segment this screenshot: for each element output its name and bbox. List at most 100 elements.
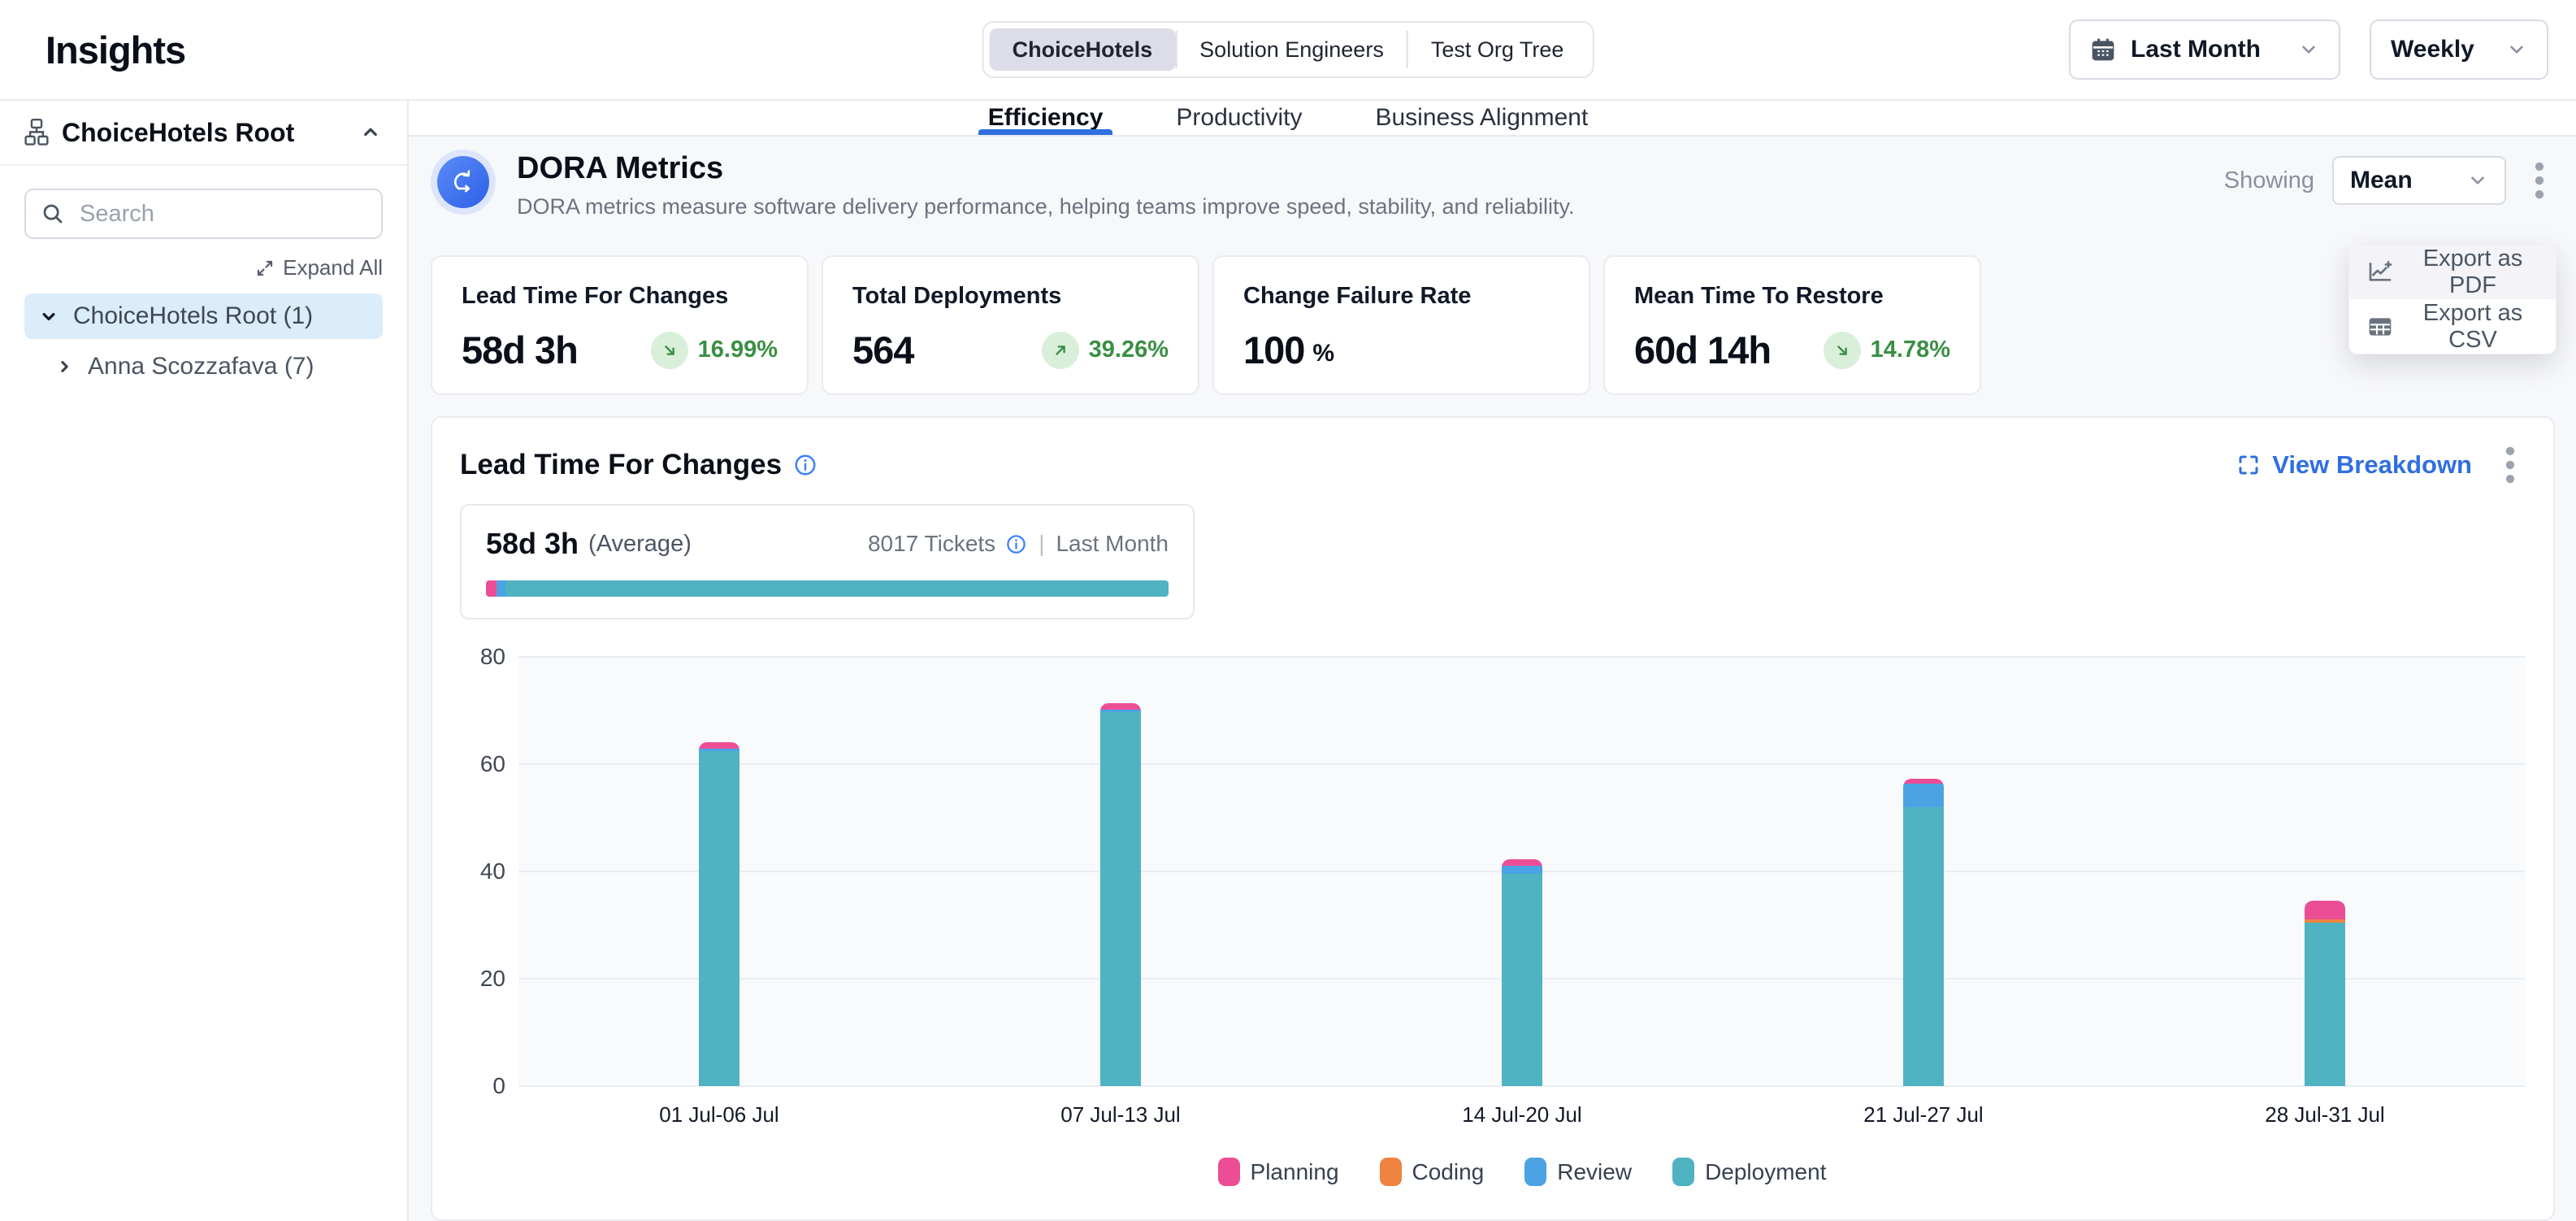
phase-segment-planning [486,580,497,597]
metric-value: 58d 3h [462,328,578,372]
expand-all-button[interactable]: Expand All [255,255,383,280]
legend-swatch [1380,1158,1402,1186]
menu-item-label: Export as CSV [2408,300,2538,354]
metric-title: Lead Time For Changes [462,283,778,310]
trend-down-icon [1824,332,1861,369]
sidebar-header: ChoiceHotels Root [0,101,407,166]
content-area: DORA Metrics DORA metrics measure softwa… [409,137,2576,1221]
granularity-value: Weekly [2391,36,2474,63]
trend-delta: 14.78% [1871,337,1950,363]
bar-segment-planning [1100,703,1141,710]
x-tick-label: 28 Jul-31 Jul [2265,1102,2384,1128]
phase-distribution-bar [486,580,1169,597]
y-tick-label: 80 [480,644,505,670]
y-tick-label: 60 [480,751,505,777]
plot-area [518,657,2526,1086]
chart-title: Lead Time For Changes [460,449,782,481]
legend-label: Coding [1412,1159,1485,1185]
menu-item-label: Export as PDF [2408,246,2538,299]
average-value: 58d 3h [486,527,579,561]
x-tick-label: 14 Jul-20 Jul [1462,1102,1581,1128]
tab-business-alignment[interactable]: Business Alignment [1365,101,1598,135]
bar-segment-planning [1502,859,1542,866]
dora-kebab-menu-button[interactable] [2524,156,2555,205]
info-icon[interactable] [1005,533,1027,555]
legend-item-deployment[interactable]: Deployment [1672,1158,1826,1186]
lead-time-bar-chart: 020406080 [460,657,2526,1086]
org-tab-choicehotels[interactable]: ChoiceHotels [990,28,1176,71]
page-title: Insights [46,28,185,72]
expand-corners-icon [2236,453,2261,477]
legend-item-coding[interactable]: Coding [1380,1158,1485,1186]
tab-productivity[interactable]: Productivity [1166,101,1312,135]
chevron-down-icon [2506,39,2527,60]
metric-title: Mean Time To Restore [1634,283,1950,310]
stacked-bar-4[interactable] [1903,779,1944,1086]
metric-title: Change Failure Rate [1243,283,1559,310]
trend-badge: 16.99% [651,332,778,369]
tree-node-anna-scozzafava[interactable]: Anna Scozzafava (7) [24,345,383,388]
view-breakdown-button[interactable]: View Breakdown [2236,450,2472,480]
granularity-select[interactable]: Weekly [2370,20,2548,80]
metric-card-total-deployments: Total Deployments 564 39.26% [822,255,1199,395]
org-tab-solution-engineers[interactable]: Solution Engineers [1177,28,1407,71]
top-bar: Insights ChoiceHotels Solution Engineers… [0,0,2576,101]
search-input[interactable] [24,189,383,239]
showing-label: Showing [2224,167,2314,194]
dora-description: DORA metrics measure software delivery p… [517,194,1575,219]
stacked-bar-5[interactable] [2305,901,2345,1086]
trend-badge: 39.26% [1042,332,1169,369]
main-area: Efficiency Productivity Business Alignme… [409,101,2576,1221]
x-tick-label: 21 Jul-27 Jul [1863,1102,1983,1128]
stacked-bar-3[interactable] [1502,859,1542,1086]
org-tab-test-org-tree[interactable]: Test Org Tree [1408,28,1587,71]
metric-tabs: Efficiency Productivity Business Alignme… [409,101,2576,137]
legend-swatch [1524,1158,1546,1186]
chart-kebab-menu-button[interactable] [2495,441,2526,489]
info-icon[interactable] [793,453,817,477]
chart-export-icon [2367,259,2393,285]
trend-badge: 14.78% [1824,332,1950,369]
bar-segment-deployment [1903,807,1944,1086]
showing-controls: Showing Mean [2224,156,2555,205]
bar-segment-deployment [699,751,739,1086]
metric-card-change-failure-rate: Change Failure Rate 100 % [1212,255,1590,395]
top-bar-controls: Last Month Weekly [2069,20,2548,80]
trend-down-icon [651,332,688,369]
chevron-right-icon [54,356,75,377]
metric-cards: Lead Time For Changes 58d 3h 16.99% [431,255,2555,395]
aggregation-select[interactable]: Mean [2332,156,2506,205]
stacked-bar-2[interactable] [1100,703,1141,1086]
metric-card-mean-time-to-restore: Mean Time To Restore 60d 14h 14.78% [1603,255,1981,395]
chart-legend: Planning Coding Review Deployment [518,1158,2526,1186]
trend-delta: 16.99% [698,337,778,363]
tree-node-choicehotels-root[interactable]: ChoiceHotels Root (1) [24,293,383,339]
export-menu: Export as PDF Export as CSV [2348,244,2556,354]
lead-time-chart-card: Lead Time For Changes View Breakdown [431,416,2555,1221]
legend-swatch [1672,1158,1694,1186]
separator: | [1039,531,1044,557]
legend-item-planning[interactable]: Planning [1218,1158,1339,1186]
y-axis: 020406080 [460,657,518,1086]
x-axis: 01 Jul-06 Jul07 Jul-13 Jul14 Jul-20 Jul2… [518,1102,2526,1135]
date-range-select[interactable]: Last Month [2069,20,2340,80]
metric-unit: % [1312,340,1334,367]
stacked-bar-1[interactable] [699,742,739,1086]
dora-section-icon [431,150,496,215]
expand-all-label: Expand All [283,255,383,280]
org-tree: ChoiceHotels Root (1) Anna Scozzafava (7… [24,293,383,388]
dora-header: DORA Metrics DORA metrics measure softwa… [431,150,2555,219]
tree-node-label: ChoiceHotels Root (1) [73,302,313,330]
phase-segment-review [497,580,506,597]
expand-all-icon [255,259,275,278]
bar-segment-deployment [2305,923,2345,1086]
tree-node-label: Anna Scozzafava (7) [88,353,314,380]
export-csv-menu-item[interactable]: Export as CSV [2349,299,2556,354]
legend-item-review[interactable]: Review [1524,1158,1632,1186]
y-tick-label: 0 [492,1073,505,1099]
export-pdf-menu-item[interactable]: Export as PDF [2349,245,2556,299]
tab-efficiency[interactable]: Efficiency [978,101,1113,135]
org-tree-sidebar: ChoiceHotels Root Expand All [0,101,409,1221]
gridline-80 [518,656,2526,658]
sidebar-collapse-button[interactable] [358,120,383,145]
